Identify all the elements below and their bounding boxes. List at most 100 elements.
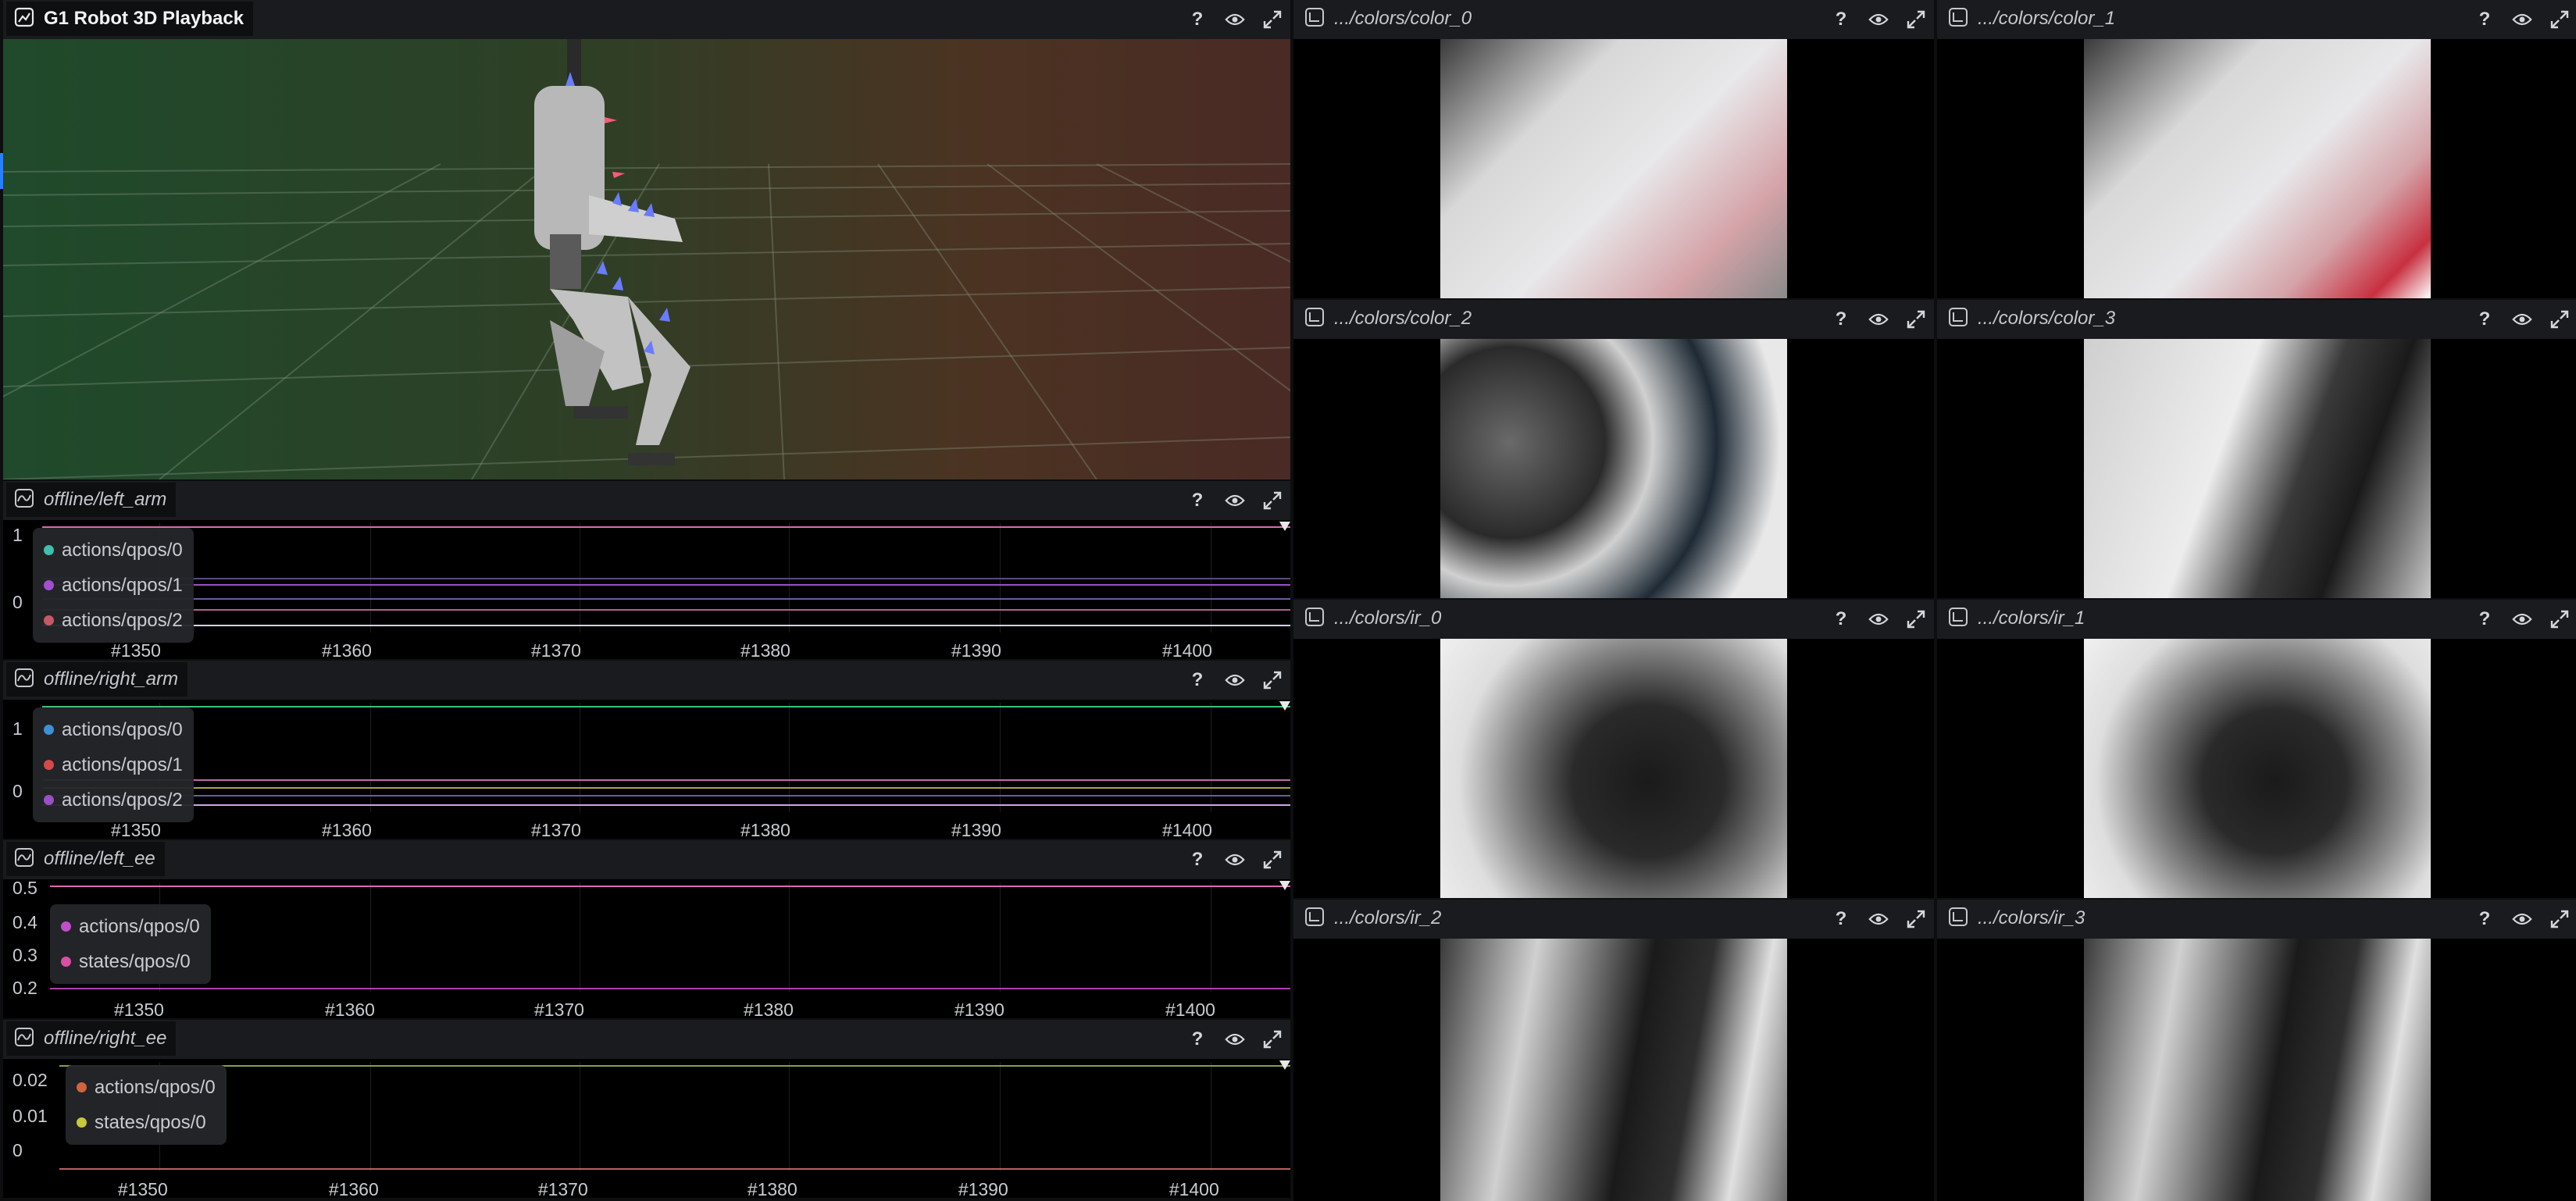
visibility-toggle-eye-icon[interactable] xyxy=(1225,1029,1245,1050)
camera-view[interactable] xyxy=(1293,939,1934,1201)
visibility-toggle-eye-icon[interactable] xyxy=(1868,309,1889,330)
camera-panel-2: .../colors/color_2 ? xyxy=(1293,300,1934,598)
plot-legend[interactable]: actions/qpos/0 actions/qpos/1 actions/qpos… xyxy=(33,528,194,643)
visibility-toggle-eye-icon[interactable] xyxy=(1868,9,1889,30)
help-button[interactable]: ? xyxy=(1187,9,1208,30)
visibility-toggle-eye-icon[interactable] xyxy=(1868,909,1889,929)
visibility-toggle-eye-icon[interactable] xyxy=(2512,609,2532,629)
camera-view[interactable] xyxy=(1293,339,1934,598)
camera-view[interactable] xyxy=(1937,39,2576,298)
help-button[interactable]: ? xyxy=(1187,1028,1208,1050)
visibility-toggle-eye-icon[interactable] xyxy=(2512,309,2532,330)
camera-tab[interactable]: .../colors/ir_0 xyxy=(1297,601,1451,636)
series-line xyxy=(42,787,1290,789)
maximize-expand-icon[interactable] xyxy=(1906,609,1926,629)
legend-item[interactable]: states/qpos/0 xyxy=(61,944,200,979)
plot-panel-3: offline/right_ee ? 0.02 0.01 0 #1350 #1360 #1… xyxy=(3,1020,1290,1198)
camera-tab[interactable]: .../colors/color_0 xyxy=(1297,2,1482,36)
camera-view[interactable] xyxy=(1293,639,1934,898)
legend-item[interactable]: actions/qpos/0 xyxy=(44,533,183,568)
plot-tab[interactable]: offline/left_arm xyxy=(6,483,177,517)
robot-model xyxy=(534,39,690,465)
visibility-toggle-eye-icon[interactable] xyxy=(1868,609,1889,629)
maximize-expand-icon[interactable] xyxy=(1262,670,1283,690)
plot-area[interactable] xyxy=(42,522,1290,633)
camera-tab[interactable]: .../colors/color_3 xyxy=(1940,301,2125,336)
maximize-expand-icon[interactable] xyxy=(1906,309,1926,330)
series-color-dot xyxy=(44,725,54,735)
visibility-toggle-eye-icon[interactable] xyxy=(1225,850,1245,870)
camera-title: .../colors/color_0 xyxy=(1334,8,1472,29)
camera-tab[interactable]: .../colors/ir_1 xyxy=(1940,601,2095,636)
help-button[interactable]: ? xyxy=(1187,849,1208,870)
maximize-expand-icon[interactable] xyxy=(1906,909,1926,929)
time-cursor-marker[interactable] xyxy=(1279,881,1290,890)
camera-view[interactable] xyxy=(1937,639,2576,898)
plot-tab[interactable]: offline/right_arm xyxy=(6,662,188,697)
help-button[interactable]: ? xyxy=(2474,9,2495,30)
plot-legend[interactable]: actions/qpos/0 states/qpos/0 xyxy=(50,904,211,984)
legend-item[interactable]: actions/qpos/1 xyxy=(44,747,183,782)
x-tick-label: #1390 xyxy=(951,640,1001,659)
y-tick-label: 1 xyxy=(12,718,23,739)
plot-legend[interactable]: actions/qpos/0 states/qpos/0 xyxy=(66,1065,227,1145)
viewer-3d-tab[interactable]: G1 Robot 3D Playback xyxy=(6,2,254,36)
camera-view[interactable] xyxy=(1937,939,2576,1201)
legend-item[interactable]: actions/qpos/2 xyxy=(44,603,183,638)
visibility-toggle-eye-icon[interactable] xyxy=(1225,490,1245,511)
camera-view[interactable] xyxy=(1293,39,1934,298)
legend-item[interactable]: actions/qpos/0 xyxy=(44,712,183,747)
plot-legend[interactable]: actions/qpos/0 actions/qpos/1 actions/qpos… xyxy=(33,707,194,822)
visibility-toggle-eye-icon[interactable] xyxy=(2512,9,2532,30)
help-button[interactable]: ? xyxy=(2474,608,2495,629)
maximize-expand-icon[interactable] xyxy=(2549,9,2570,30)
maximize-expand-icon[interactable] xyxy=(1262,9,1283,30)
plot-tab[interactable]: offline/left_ee xyxy=(6,842,165,876)
plot-tab[interactable]: offline/right_ee xyxy=(6,1021,177,1056)
maximize-expand-icon[interactable] xyxy=(2549,309,2570,330)
help-button[interactable]: ? xyxy=(1187,669,1208,690)
visibility-toggle-eye-icon[interactable] xyxy=(2512,909,2532,929)
maximize-expand-icon[interactable] xyxy=(2549,609,2570,629)
help-button[interactable]: ? xyxy=(1831,308,1851,330)
series-line xyxy=(42,779,1290,781)
camera-tab[interactable]: .../colors/color_2 xyxy=(1297,301,1482,336)
visibility-toggle-eye-icon[interactable] xyxy=(1225,9,1245,30)
help-button[interactable]: ? xyxy=(1831,608,1851,629)
legend-item[interactable]: states/qpos/0 xyxy=(77,1105,216,1140)
timeseries-icon xyxy=(14,847,34,871)
help-button[interactable]: ? xyxy=(1187,490,1208,511)
legend-item[interactable]: actions/qpos/2 xyxy=(44,782,183,818)
legend-item[interactable]: actions/qpos/0 xyxy=(61,909,200,944)
plot-area[interactable] xyxy=(50,881,1290,992)
camera-image xyxy=(2084,639,2431,898)
y-tick-label: 0.3 xyxy=(12,945,37,965)
maximize-expand-icon[interactable] xyxy=(2549,909,2570,929)
plot-panel-1: offline/right_arm ? 1 0 #1350 #1360 #1370 #13… xyxy=(3,661,1290,839)
x-tick-label: #1400 xyxy=(1165,1000,1215,1018)
maximize-expand-icon[interactable] xyxy=(1262,490,1283,511)
camera-view[interactable] xyxy=(1937,339,2576,598)
viewer-3d-canvas[interactable] xyxy=(3,39,1290,479)
maximize-expand-icon[interactable] xyxy=(1262,1029,1283,1050)
legend-item[interactable]: actions/qpos/1 xyxy=(44,568,183,603)
maximize-expand-icon[interactable] xyxy=(1262,850,1283,870)
help-button[interactable]: ? xyxy=(2474,908,2495,929)
plot-area[interactable] xyxy=(42,701,1290,812)
maximize-expand-icon[interactable] xyxy=(1906,9,1926,30)
help-button[interactable]: ? xyxy=(2474,308,2495,330)
camera-tab[interactable]: .../colors/ir_3 xyxy=(1940,901,2095,935)
legend-item[interactable]: actions/qpos/0 xyxy=(77,1070,216,1105)
time-cursor-marker[interactable] xyxy=(1279,522,1290,531)
y-tick-label: 0 xyxy=(12,781,23,801)
plot-area[interactable] xyxy=(59,1060,1290,1171)
time-cursor-marker[interactable] xyxy=(1279,701,1290,711)
help-button[interactable]: ? xyxy=(1831,9,1851,30)
camera-tabbar: .../colors/ir_0 ? xyxy=(1293,600,1934,639)
time-cursor-marker[interactable] xyxy=(1279,1060,1290,1070)
camera-tab[interactable]: .../colors/color_1 xyxy=(1940,2,2125,36)
help-button[interactable]: ? xyxy=(1831,908,1851,929)
visibility-toggle-eye-icon[interactable] xyxy=(1225,670,1245,690)
camera-tab[interactable]: .../colors/ir_2 xyxy=(1297,901,1451,935)
camera-image xyxy=(1440,939,1787,1201)
